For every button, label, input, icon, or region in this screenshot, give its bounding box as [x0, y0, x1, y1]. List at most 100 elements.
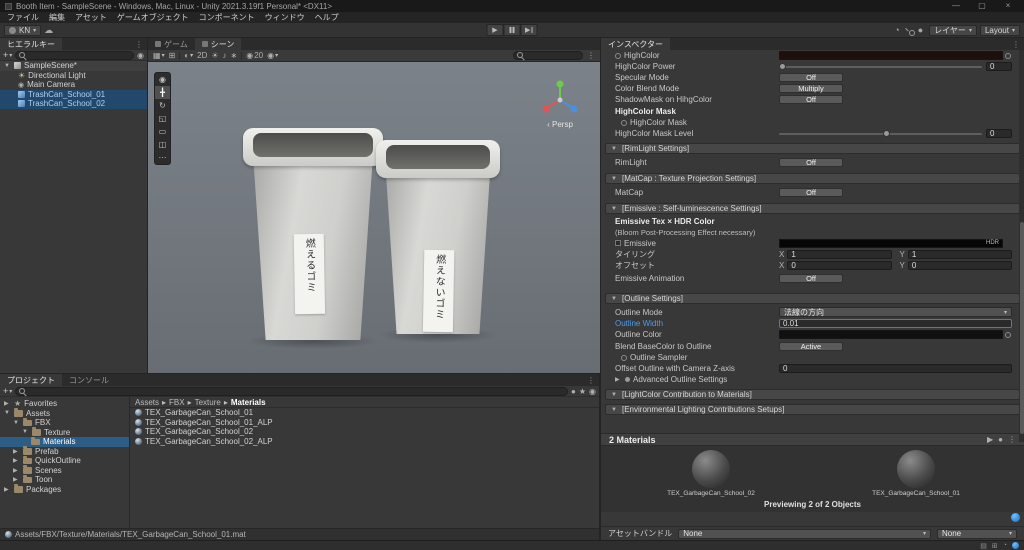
layout-dropdown[interactable]: Layout ▾ [979, 24, 1020, 36]
material-preview-sphere-1[interactable] [692, 450, 730, 488]
row-advanced-outline[interactable]: ▶ Advanced Outline Settings [601, 374, 1024, 385]
emissive-animation-button[interactable]: Off [779, 273, 843, 283]
color-blend-mode-button[interactable]: Multiply [779, 84, 843, 93]
inspector-scrollbar[interactable] [1019, 50, 1024, 442]
foldout-icon[interactable]: ▼ [4, 410, 11, 416]
color-picker-icon[interactable] [1005, 332, 1011, 338]
trashcan-nonburnable-object[interactable]: 燃えないゴミ [376, 140, 500, 343]
rotate-tool-button[interactable]: ↻ [155, 99, 170, 112]
offset-y-field[interactable]: 0 [907, 261, 1012, 270]
undo-history-icon[interactable]: ◔ [891, 25, 902, 35]
material-preview-sphere-2[interactable] [897, 450, 935, 488]
highcolor-power-field[interactable]: 0 [986, 62, 1012, 71]
progress-icon[interactable]: ⊞ [992, 542, 998, 550]
slider-thumb[interactable] [779, 63, 786, 70]
hierarchy-scene-root[interactable]: ▼ SampleScene* [0, 61, 147, 71]
foldout-icon[interactable]: ▶ [13, 457, 20, 464]
material-preview-area[interactable]: TEX_GarbageCan_School_02 TEX_GarbageCan_… [601, 446, 1024, 512]
emissive-hdr-swatch[interactable]: HDR [779, 238, 1003, 248]
persp-label[interactable]: ‹ Persp [538, 120, 582, 129]
tab-game[interactable]: ゲーム [148, 38, 195, 50]
panel-menu-icon[interactable]: ⋮ [131, 38, 147, 50]
cloud-status-icon[interactable] [1012, 542, 1019, 549]
breadcrumb-materials[interactable]: Materials [231, 398, 266, 407]
menu-edit[interactable]: 編集 [44, 12, 70, 23]
matcap-section-foldout[interactable]: ▼ [MatCap : Texture Projection Settings] [605, 173, 1020, 184]
scrollbar-thumb[interactable] [1019, 222, 1024, 434]
tree-item-prefab[interactable]: ▶ Prefab [0, 446, 129, 457]
add-asset-button[interactable]: + ▾ [3, 386, 12, 396]
view-tool-button[interactable]: ◉ [155, 73, 170, 86]
tree-item-quickoutline[interactable]: ▶ QuickOutline [0, 455, 129, 466]
hidden-objects-toggle[interactable]: ◉ 20 [246, 51, 263, 60]
breadcrumb-assets[interactable]: Assets [135, 398, 159, 407]
foldout-icon[interactable]: ▼ [4, 63, 11, 69]
layers-dropdown[interactable]: レイヤー ▾ [929, 24, 977, 36]
env-section-foldout[interactable]: ▼ [Environmental Lighting Contributions … [605, 404, 1020, 415]
tab-scene[interactable]: シーン [194, 38, 242, 50]
breadcrumb-texture[interactable]: Texture [195, 398, 221, 407]
texture-slot-icon[interactable] [621, 354, 627, 361]
foldout-icon[interactable]: ▼ [13, 420, 20, 426]
trashcan-burnable-object[interactable]: 燃えるゴミ [243, 128, 383, 349]
tree-item-toon[interactable]: ▶ Toon [0, 474, 129, 485]
lightcolor-section-foldout[interactable]: ▼ [LightColor Contribution to Materials] [605, 389, 1020, 400]
file-row-mat-02-alp[interactable]: TEX_GarbageCan_School_02_ALP [130, 437, 599, 447]
shadowmask-button[interactable]: Off [779, 95, 843, 104]
tab-project[interactable]: プロジェクト [0, 374, 62, 386]
scene-search-input[interactable] [513, 51, 583, 60]
play-button[interactable]: ▶ [486, 24, 504, 36]
search-by-label-icon[interactable]: ★ [579, 387, 586, 396]
rimlight-button[interactable]: Off [779, 158, 843, 167]
shading-mode-dropdown[interactable]: ◐ ▾ [184, 51, 193, 60]
panel-menu-icon[interactable]: ⋮ [587, 51, 595, 60]
menu-component[interactable]: コンポーネント [194, 12, 260, 23]
foldout-icon[interactable]: ▶ [4, 400, 11, 407]
hierarchy-item-trashcan-01[interactable]: TrashCan_School_01 [0, 89, 147, 99]
outline-mode-dropdown[interactable]: 法線の方向 ▾ [779, 307, 1012, 317]
menu-help[interactable]: ヘルプ [310, 12, 344, 23]
offset-outline-z-field[interactable]: 0 [779, 364, 1012, 373]
hierarchy-item-main-camera[interactable]: ◉ Main Camera [0, 80, 147, 90]
preview-play-icon[interactable]: ▶ [987, 435, 993, 444]
emissive-checkbox[interactable] [615, 240, 621, 246]
audio-toggle-icon[interactable]: ♪ [223, 51, 227, 60]
console-log-icon[interactable]: ▤ [980, 542, 987, 550]
account-button[interactable]: KN ▾ [4, 24, 42, 36]
effects-dropdown-icon[interactable]: ∗ [231, 51, 238, 60]
tree-item-packages[interactable]: ▶ Packages [0, 484, 129, 495]
hierarchy-item-directional-light[interactable]: ☀ Directional Light [0, 71, 147, 81]
blend-basecolor-button[interactable]: Active [779, 341, 843, 351]
file-row-mat-02[interactable]: TEX_GarbageCan_School_02 [130, 427, 599, 437]
maximize-button[interactable]: ▢ [971, 0, 993, 12]
scene-viewport[interactable]: ◉ ╋ ↻ ◱ ▭ ◫ ⋯ 燃えるゴミ 燃えないゴミ ‹ Persp [148, 62, 600, 373]
foldout-icon[interactable]: ▼ [22, 429, 29, 435]
panel-menu-icon[interactable]: ⋮ [583, 374, 599, 386]
preview-sphere-icon[interactable]: ● [998, 435, 1003, 444]
tab-hierarchy[interactable]: ヒエラルキー [0, 38, 62, 50]
highcolor-mask-level-field[interactable]: 0 [986, 129, 1012, 138]
matcap-button[interactable]: Off [779, 188, 843, 197]
outline-color-swatch[interactable] [779, 330, 1011, 339]
outline-section-foldout[interactable]: ▼ [Outline Settings] [605, 293, 1020, 304]
panel-menu-icon[interactable]: ⋮ [1008, 38, 1024, 50]
breadcrumb-fbx[interactable]: FBX [169, 398, 185, 407]
foldout-icon[interactable]: ▶ [13, 448, 20, 455]
cloud-sync-badge[interactable] [1011, 513, 1020, 522]
search-by-type-icon[interactable]: ● [571, 387, 576, 396]
project-search-input[interactable] [15, 386, 568, 396]
rect-tool-button[interactable]: ▭ [155, 125, 170, 138]
slider-thumb[interactable] [882, 130, 890, 137]
step-button[interactable]: ▶ [520, 24, 538, 36]
scale-tool-button[interactable]: ◱ [155, 112, 170, 125]
foldout-icon[interactable]: ▶ [615, 376, 622, 383]
tree-item-favorites[interactable]: ▶ ★ Favorites [0, 399, 129, 409]
foldout-icon[interactable]: ▶ [4, 486, 11, 493]
tree-item-fbx[interactable]: ▼ FBX [0, 417, 129, 428]
cloud-icon[interactable]: ☁ [41, 25, 56, 36]
offset-x-field[interactable]: 0 [787, 261, 892, 270]
highcolor-swatch[interactable] [779, 51, 1011, 60]
lighting-toggle-icon[interactable]: ☀ [211, 51, 218, 60]
menu-assets[interactable]: アセット [70, 12, 112, 23]
tab-inspector[interactable]: インスペクター [601, 38, 670, 50]
